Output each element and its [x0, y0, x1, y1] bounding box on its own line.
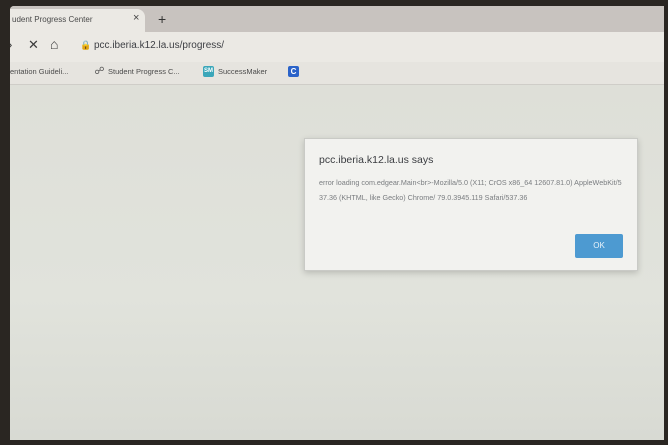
- dialog-message: error loading com.edgear.Main<br>-Mozill…: [319, 178, 622, 202]
- tab-strip: udent Progress Center × +: [10, 6, 664, 32]
- bookmarks-bar: entation Guideli... ☍ Student Progress C…: [10, 62, 664, 85]
- home-icon[interactable]: ⌂: [50, 37, 58, 51]
- tab-title: udent Progress Center: [12, 15, 93, 24]
- browser-toolbar: › ✕ ⌂ 🔒 pcc.iberia.k12.la.us/progress/: [10, 32, 664, 62]
- dialog-title: pcc.iberia.k12.la.us says: [319, 154, 434, 166]
- lock-icon[interactable]: 🔒: [80, 40, 91, 51]
- page-content: pcc.iberia.k12.la.us says error loading …: [10, 85, 664, 440]
- tab-student-progress-center[interactable]: udent Progress Center ×: [10, 9, 145, 32]
- bookmark-successmaker[interactable]: SuccessMaker: [218, 67, 267, 76]
- back-icon[interactable]: ›: [10, 38, 12, 51]
- alert-dialog: pcc.iberia.k12.la.us says error loading …: [304, 138, 638, 271]
- successmaker-icon: SM: [203, 66, 214, 77]
- tab-close-icon[interactable]: ×: [133, 13, 139, 24]
- stop-loading-icon[interactable]: ✕: [28, 38, 39, 51]
- address-bar[interactable]: 🔒 pcc.iberia.k12.la.us/progress/: [74, 37, 634, 57]
- c-bookmark-icon[interactable]: C: [288, 66, 299, 77]
- ok-button[interactable]: OK: [575, 234, 623, 258]
- url-text[interactable]: pcc.iberia.k12.la.us/progress/: [94, 40, 224, 51]
- bookmark-student-progress[interactable]: Student Progress C...: [108, 67, 180, 76]
- student-progress-icon: ☍: [94, 66, 105, 77]
- bookmark-orientation-guidelines[interactable]: entation Guideli...: [10, 67, 68, 76]
- browser-window: udent Progress Center × + › ✕ ⌂ 🔒 pcc.ib…: [10, 6, 664, 440]
- new-tab-icon[interactable]: +: [158, 12, 166, 26]
